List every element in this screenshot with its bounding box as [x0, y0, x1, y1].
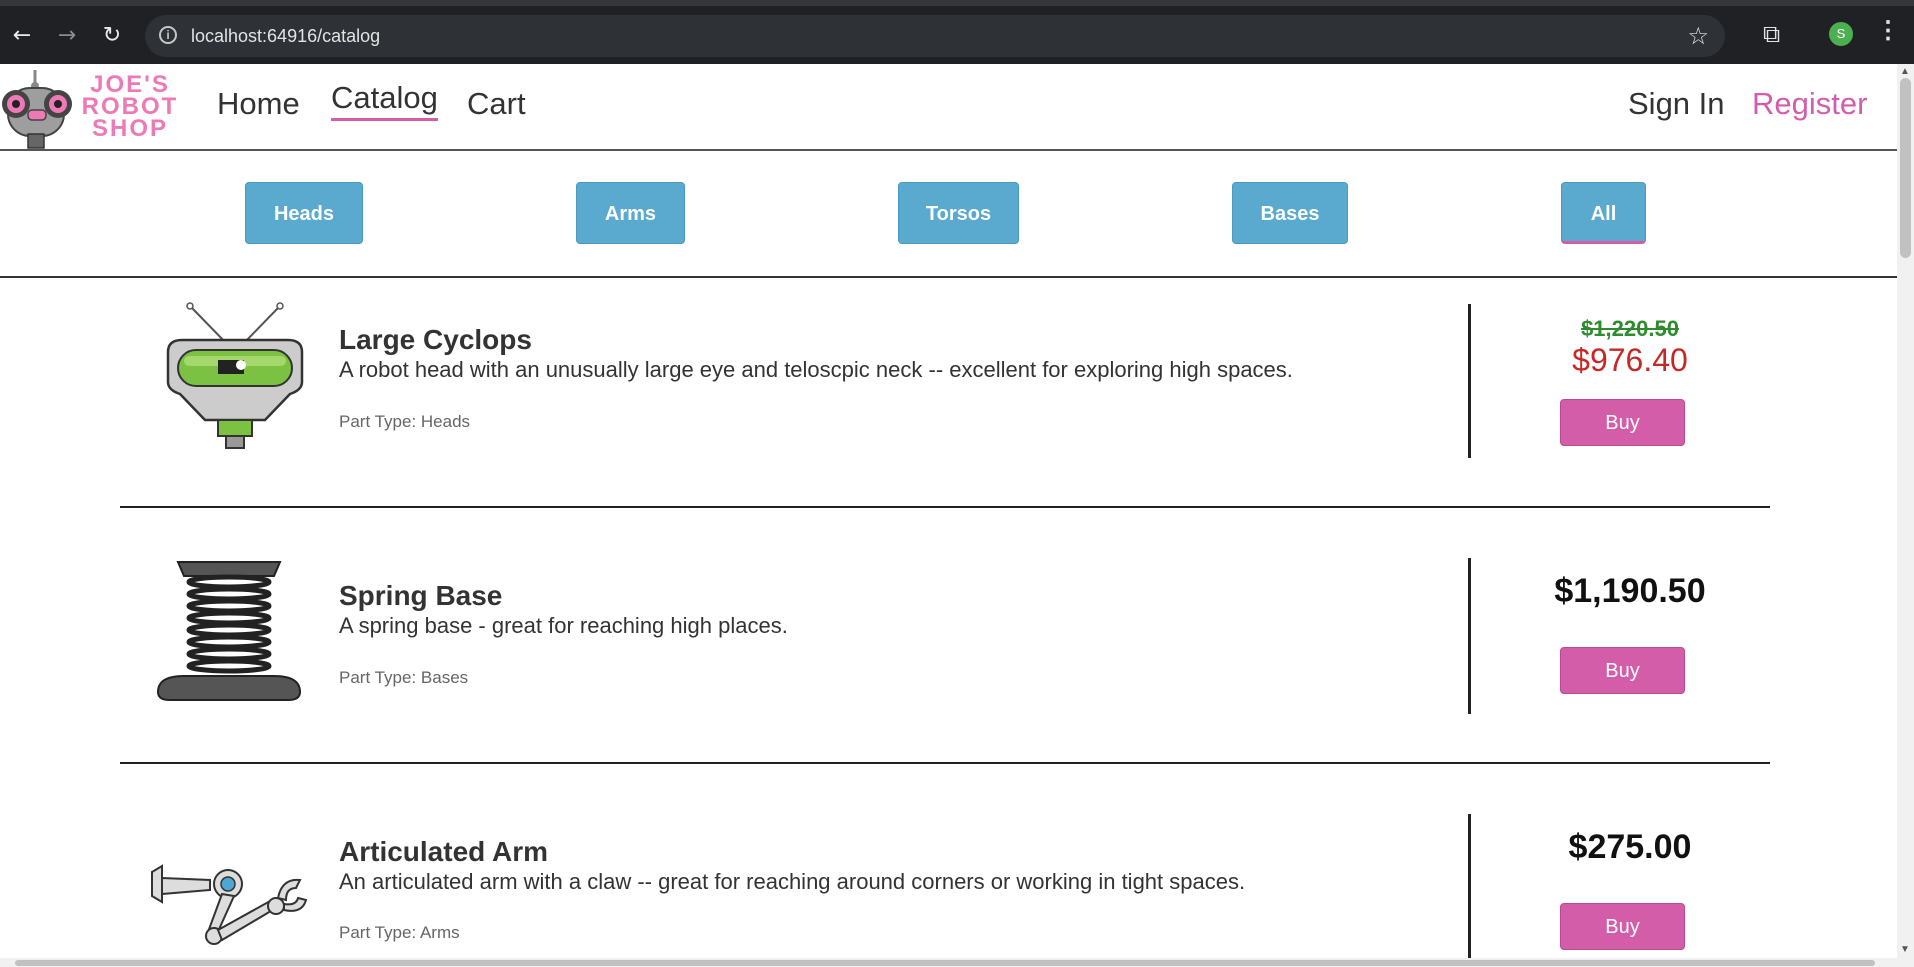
- product-description: A spring base - great for reaching high …: [339, 613, 788, 638]
- logo-text: JOE'S ROBOT SHOP: [81, 71, 179, 142]
- product-name: Spring Base: [339, 580, 503, 611]
- product-part-type: Part Type: Bases: [339, 668, 469, 687]
- product-name: Articulated Arm: [339, 836, 549, 867]
- robot-logo-icon: [2, 70, 72, 149]
- product-part-type: Part Type: Arms: [339, 923, 460, 942]
- horizontal-scroll-thumb[interactable]: [15, 960, 1875, 966]
- nav-catalog-link[interactable]: Catalog: [331, 80, 438, 121]
- url-text[interactable]: localhost:64916/catalog: [191, 26, 380, 47]
- filter-heads-button[interactable]: Heads: [245, 182, 363, 244]
- bookmark-star-icon[interactable]: ☆: [1687, 22, 1709, 50]
- original-price: $1,220.50: [1581, 316, 1679, 341]
- browser-menu-icon[interactable]: ⋮: [1876, 16, 1900, 45]
- nav-home-link[interactable]: Home: [217, 86, 300, 122]
- sale-price: $976.40: [1572, 342, 1688, 378]
- site-info-icon[interactable]: i: [159, 26, 177, 44]
- large-cyclops-image: [166, 302, 304, 449]
- tab-strip: [0, 0, 1914, 6]
- product-item: Large Cyclops A robot head with an unusu…: [120, 278, 1770, 508]
- extensions-icon[interactable]: ⧉: [1763, 20, 1780, 48]
- filter-bases-button[interactable]: Bases: [1232, 182, 1348, 244]
- filter-all-button[interactable]: All: [1561, 182, 1646, 244]
- articulated-arm-image: [151, 864, 308, 945]
- product-description: An articulated arm with a claw -- great …: [339, 869, 1246, 894]
- buy-button[interactable]: Buy: [1560, 647, 1685, 694]
- product-item: Articulated Arm An articulated arm with …: [120, 764, 1770, 958]
- horizontal-scrollbar[interactable]: [0, 958, 1897, 967]
- browser-chrome: ← → ↻ i localhost:64916/catalog ☆ ⧉ S ⋮: [0, 0, 1914, 64]
- product-description: A robot head with an unusually large eye…: [339, 357, 1293, 382]
- scroll-down-icon[interactable]: ▼: [1900, 944, 1910, 955]
- back-icon[interactable]: ←: [4, 18, 40, 54]
- buy-button[interactable]: Buy: [1560, 903, 1685, 950]
- product-price: $1,190.50: [1554, 572, 1706, 610]
- filter-arms-button[interactable]: Arms: [576, 182, 685, 244]
- category-filters: Heads Arms Torsos Bases All: [0, 151, 1897, 278]
- vertical-scrollbar[interactable]: ▲ ▼: [1897, 64, 1914, 967]
- buy-button[interactable]: Buy: [1560, 399, 1685, 446]
- product-item: Spring Base A spring base - great for re…: [120, 508, 1770, 764]
- product-name: Large Cyclops: [339, 324, 532, 355]
- logo[interactable]: JOE'S ROBOT SHOP: [0, 70, 180, 150]
- reload-icon[interactable]: ↻: [94, 18, 130, 54]
- vertical-scroll-thumb[interactable]: [1900, 78, 1911, 258]
- site-header: JOE'S ROBOT SHOP Home Catalog Cart Sign …: [0, 64, 1897, 151]
- filter-torsos-button[interactable]: Torsos: [898, 182, 1019, 244]
- sign-in-link[interactable]: Sign In: [1628, 86, 1725, 122]
- spring-base-image: [156, 561, 302, 701]
- register-link[interactable]: Register: [1752, 86, 1867, 122]
- nav-cart-link[interactable]: Cart: [467, 86, 526, 122]
- address-bar[interactable]: i localhost:64916/catalog ☆: [145, 15, 1725, 57]
- product-part-type: Part Type: Heads: [339, 412, 471, 431]
- product-price: $275.00: [1568, 828, 1692, 866]
- forward-icon[interactable]: →: [49, 18, 85, 54]
- scroll-up-icon[interactable]: ▲: [1900, 66, 1910, 77]
- profile-avatar[interactable]: S: [1829, 22, 1853, 46]
